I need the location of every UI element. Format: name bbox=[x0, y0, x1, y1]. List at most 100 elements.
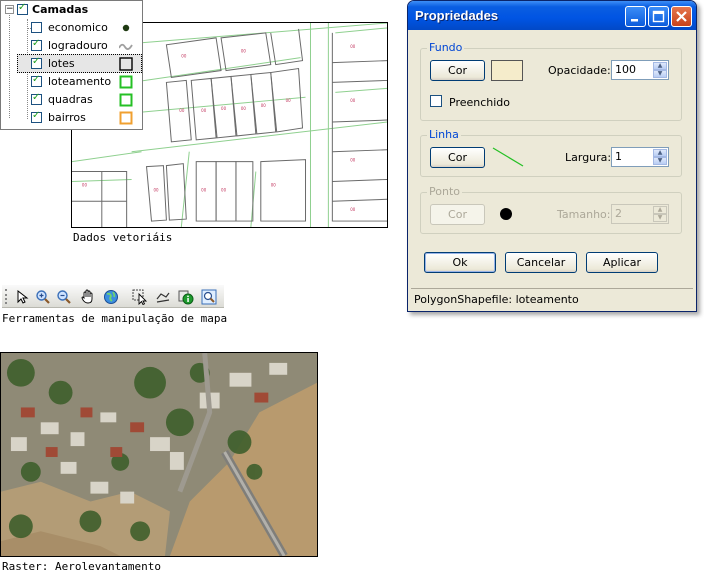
maximize-button[interactable] bbox=[648, 6, 669, 27]
dialog-title: Propriedades bbox=[415, 8, 499, 23]
status-text: PolygonShapefile: loteamento bbox=[414, 293, 579, 306]
layer-label: quadras bbox=[48, 93, 93, 106]
fundo-group: Fundo Cor Opacidade: 100 ▲ ▼ Preenchido bbox=[420, 41, 682, 121]
width-value[interactable]: 1 bbox=[615, 150, 622, 163]
size-value: 2 bbox=[615, 207, 622, 220]
info-icon[interactable] bbox=[176, 287, 195, 306]
width-spin-arrows[interactable]: ▲ ▼ bbox=[653, 149, 667, 165]
spin-up-icon[interactable]: ▲ bbox=[653, 149, 667, 157]
ponto-legend: Ponto bbox=[427, 185, 462, 198]
svg-text:00: 00 bbox=[241, 106, 247, 111]
pan-hand-icon[interactable] bbox=[78, 287, 97, 306]
width-spinbox[interactable]: 1 ▲ ▼ bbox=[611, 147, 669, 167]
point-preview-icon bbox=[500, 208, 512, 220]
spin-down-icon[interactable]: ▼ bbox=[653, 70, 667, 78]
size-label: Tamanho: bbox=[557, 208, 611, 221]
collapse-icon[interactable]: − bbox=[5, 5, 14, 14]
svg-text:00: 00 bbox=[201, 187, 207, 192]
layer-checkbox-economico[interactable] bbox=[31, 22, 42, 33]
svg-text:00: 00 bbox=[153, 187, 159, 192]
opacity-label: Opacidade: bbox=[548, 64, 611, 77]
linha-color-button[interactable]: Cor bbox=[430, 147, 485, 168]
polygon-symbol-icon bbox=[119, 75, 133, 89]
layer-row-economico[interactable]: economico bbox=[1, 19, 142, 37]
apply-button[interactable]: Aplicar bbox=[586, 252, 658, 273]
measure-icon[interactable] bbox=[153, 287, 172, 306]
layer-label: bairros bbox=[48, 111, 86, 124]
ok-button[interactable]: Ok bbox=[424, 252, 496, 273]
svg-text:00: 00 bbox=[350, 44, 356, 49]
layer-checkbox-loteamento[interactable] bbox=[31, 74, 42, 87]
layer-label: logradouro bbox=[48, 39, 108, 52]
layer-row-logradouro[interactable]: logradouro bbox=[1, 37, 142, 55]
close-icon bbox=[676, 11, 687, 22]
layer-row-quadras[interactable]: quadras bbox=[1, 91, 142, 109]
svg-text:00: 00 bbox=[179, 108, 185, 113]
opacity-value[interactable]: 100 bbox=[615, 63, 636, 76]
layer-checkbox-lotes[interactable] bbox=[31, 56, 42, 69]
layer-row-bairros[interactable]: bairros bbox=[1, 109, 142, 127]
svg-text:00: 00 bbox=[82, 182, 88, 187]
layer-row-loteamento[interactable]: loteamento bbox=[1, 73, 142, 91]
select-feature-icon[interactable] bbox=[130, 287, 149, 306]
layer-checkbox-logradouro[interactable] bbox=[31, 38, 42, 51]
vector-caption: Dados vetoriáis bbox=[73, 231, 173, 244]
spin-down-icon[interactable]: ▼ bbox=[653, 157, 667, 165]
layer-row-lotes[interactable]: lotes bbox=[1, 55, 142, 73]
svg-text:00: 00 bbox=[350, 158, 356, 163]
layers-panel: − Camadas economico logradouro lotes lot… bbox=[0, 0, 143, 130]
raster-caption: Raster: Aerolevantamento bbox=[2, 560, 161, 573]
close-button[interactable] bbox=[671, 6, 692, 27]
point-symbol-icon bbox=[122, 24, 130, 32]
globe-icon[interactable] bbox=[101, 287, 120, 306]
polygon-symbol-icon bbox=[119, 111, 133, 125]
svg-text:00: 00 bbox=[241, 49, 247, 54]
dialog-body: Fundo Cor Opacidade: 100 ▲ ▼ Preenchido … bbox=[411, 30, 693, 308]
spin-down-icon: ▼ bbox=[653, 214, 667, 222]
fundo-legend: Fundo bbox=[427, 41, 465, 54]
width-label: Largura: bbox=[565, 151, 612, 164]
fundo-color-swatch[interactable] bbox=[491, 60, 523, 81]
linha-group: Linha Cor Largura: 1 ▲ ▼ bbox=[420, 128, 682, 177]
layer-label: lotes bbox=[48, 57, 75, 70]
status-bar: PolygonShapefile: loteamento bbox=[411, 288, 693, 309]
map-toolbar bbox=[2, 285, 224, 308]
linha-legend: Linha bbox=[427, 128, 461, 141]
layer-checkbox-quadras[interactable] bbox=[31, 92, 42, 105]
cancel-button[interactable]: Cancelar bbox=[505, 252, 577, 273]
polygon-symbol-icon bbox=[119, 93, 133, 107]
line-symbol-icon bbox=[119, 43, 133, 50]
aerial-photo-drawing bbox=[1, 353, 317, 556]
layer-label: economico bbox=[48, 21, 108, 34]
toolbar-grip[interactable] bbox=[5, 289, 8, 304]
pointer-icon[interactable] bbox=[12, 287, 31, 306]
opacity-spinbox[interactable]: 100 ▲ ▼ bbox=[611, 60, 669, 80]
layers-root-row: − Camadas bbox=[1, 1, 142, 19]
maximize-icon bbox=[652, 10, 665, 23]
svg-text:00: 00 bbox=[261, 103, 267, 108]
opacity-spin-arrows[interactable]: ▲ ▼ bbox=[653, 62, 667, 78]
properties-dialog: Propriedades Fundo Cor Opacidade: 100 ▲ … bbox=[407, 0, 697, 312]
raster-aerial-image[interactable] bbox=[0, 352, 318, 557]
size-spin-arrows: ▲ ▼ bbox=[653, 206, 667, 222]
svg-text:00: 00 bbox=[271, 182, 277, 187]
layer-checkbox-bairros[interactable] bbox=[31, 110, 42, 123]
fundo-color-button[interactable]: Cor bbox=[430, 60, 485, 81]
zoom-in-icon[interactable] bbox=[33, 287, 52, 306]
minimize-icon bbox=[631, 19, 638, 22]
layers-root-label: Camadas bbox=[32, 3, 89, 16]
minimize-button[interactable] bbox=[625, 6, 646, 27]
filled-label: Preenchido bbox=[449, 96, 511, 109]
svg-text:00: 00 bbox=[221, 106, 227, 111]
toolbar-caption: Ferramentas de manipulação de mapa bbox=[2, 312, 228, 325]
zoom-extent-icon[interactable] bbox=[199, 287, 218, 306]
ponto-color-button: Cor bbox=[430, 204, 485, 225]
svg-text:00: 00 bbox=[201, 108, 207, 113]
spin-up-icon[interactable]: ▲ bbox=[653, 62, 667, 70]
layers-root-checkbox[interactable] bbox=[17, 2, 28, 15]
svg-text:00: 00 bbox=[350, 98, 356, 103]
filled-checkbox[interactable] bbox=[430, 95, 442, 107]
line-preview-icon bbox=[492, 147, 524, 167]
zoom-out-icon[interactable] bbox=[54, 287, 73, 306]
dialog-titlebar[interactable]: Propriedades bbox=[408, 1, 696, 30]
